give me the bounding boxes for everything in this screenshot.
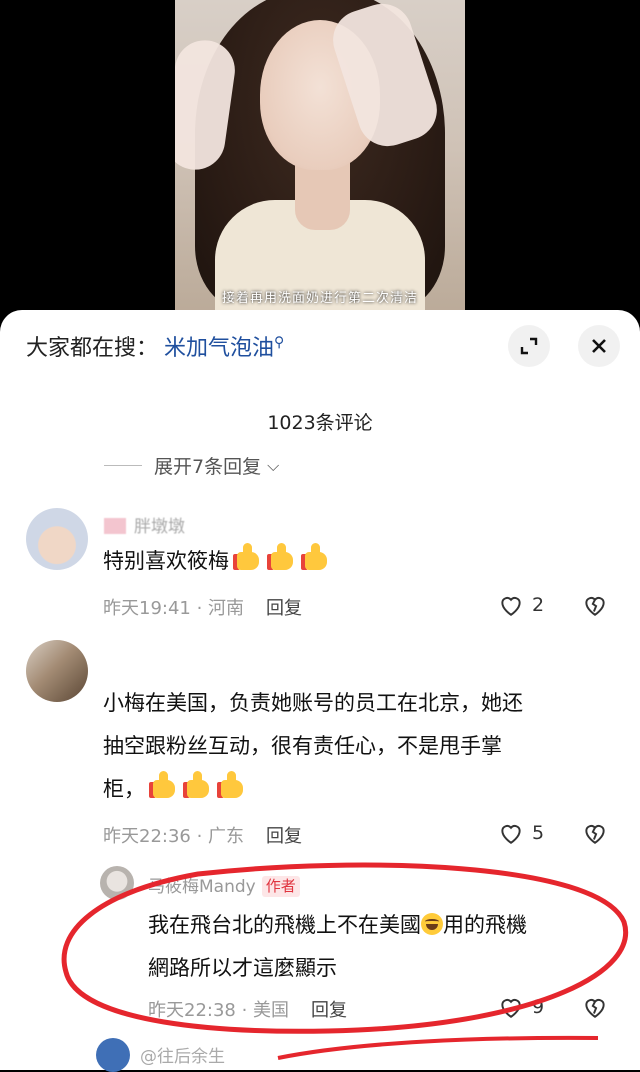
thumbs-up-emojis <box>233 542 333 572</box>
broken-heart-icon[interactable] <box>582 820 608 846</box>
comment-time: 昨天22:36 <box>103 826 191 847</box>
comment-meta: 昨天22:36 · 广东 回复 <box>103 826 303 847</box>
comment-location: 河南 <box>208 598 245 619</box>
comment-count: 1023条评论 <box>267 412 373 434</box>
avatar[interactable] <box>26 640 88 702</box>
thumbs-up-icon <box>301 542 333 572</box>
like-count: 5 <box>532 822 545 844</box>
video-frame: 接着再用洗面奶进行第二次清洁 <box>175 0 465 330</box>
comment-meta: 昨天19:41 · 河南 回复 <box>103 598 303 619</box>
search-prefix: 大家都在搜： <box>26 336 159 361</box>
search-icon: ⚲ <box>274 334 285 351</box>
expand-replies-label: 展开7条回复 <box>154 456 262 478</box>
video-neck <box>295 160 350 230</box>
expand-replies-button[interactable]: 展开7条回复 ⌵ <box>104 452 279 479</box>
thumbs-up-icon <box>149 770 181 800</box>
close-button[interactable] <box>578 325 620 367</box>
like-button[interactable]: 2 <box>498 592 544 618</box>
comment-text: 小梅在美国，负责她账号的员工在北京，她还 抽空跟粉丝互动，很有责任心，不是甩手掌… <box>103 691 523 801</box>
comment-time: 昨天19:41 <box>103 598 191 619</box>
thumbs-up-icon <box>217 770 249 800</box>
red-annotation-circle <box>61 862 629 1060</box>
comment-location: 广东 <box>208 826 245 847</box>
video-player[interactable]: 接着再用洗面奶进行第二次清洁 <box>0 0 640 330</box>
video-caption: 接着再用洗面奶进行第二次清洁 <box>221 291 418 306</box>
thumbs-up-icon <box>233 542 265 572</box>
username-badge <box>104 518 126 534</box>
thumbs-up-emojis <box>149 770 249 800</box>
close-icon <box>592 339 606 353</box>
comment-text: 特别喜欢筱梅 <box>103 540 333 583</box>
thumbs-up-icon <box>267 542 299 572</box>
like-count: 2 <box>532 594 545 616</box>
broken-heart-icon[interactable] <box>582 592 608 618</box>
heart-icon <box>501 597 521 616</box>
chevron-down-icon: ⌵ <box>267 455 280 475</box>
comment-username[interactable]: 胖墩墩 <box>104 512 185 537</box>
reply-button[interactable]: 回复 <box>266 826 302 847</box>
divider-line <box>104 465 142 466</box>
like-button[interactable]: 5 <box>498 820 544 846</box>
expand-button[interactable] <box>508 325 550 367</box>
reply-button[interactable]: 回复 <box>266 598 302 619</box>
avatar[interactable] <box>26 508 88 570</box>
expand-icon <box>520 337 538 355</box>
thumbs-up-icon <box>183 770 215 800</box>
search-suggestion[interactable]: 大家都在搜： 米加气泡油⚲ <box>26 330 284 362</box>
heart-icon <box>501 825 521 844</box>
search-keyword[interactable]: 米加气泡油 <box>164 336 274 361</box>
